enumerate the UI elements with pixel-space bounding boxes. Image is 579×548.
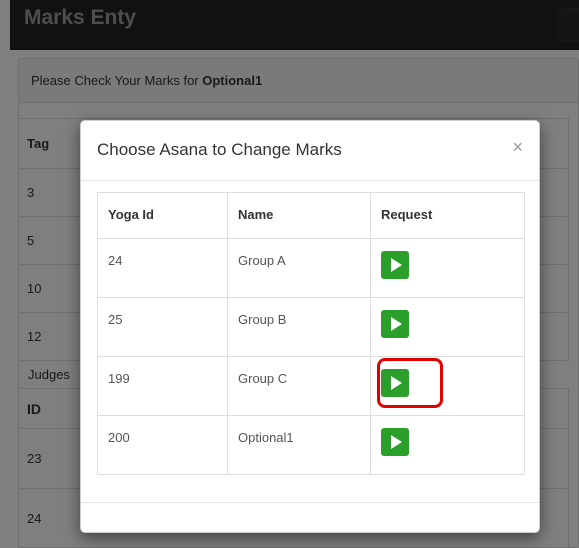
request-cell [370,238,525,298]
play-icon[interactable] [381,428,409,456]
play-icon[interactable] [381,251,409,279]
name-cell: Group C [227,356,371,416]
yoga-id-cell: 199 [97,356,228,416]
name-cell: Optional1 [227,415,371,475]
column-header-yoga-id: Yoga Id [97,192,228,239]
asana-table: Yoga Id Name Request 24 Group A 25 Group… [97,192,525,475]
name-cell: Group A [227,238,371,298]
yoga-id-cell: 24 [97,238,228,298]
request-cell [370,297,525,357]
table-header-row: Yoga Id Name Request [97,192,525,239]
yoga-id-cell: 25 [97,297,228,357]
table-row: 24 Group A [97,238,525,298]
modal-header: Choose Asana to Change Marks × [81,121,539,181]
table-row: 200 Optional1 [97,415,525,475]
column-header-name: Name [227,192,371,239]
play-icon[interactable] [381,310,409,338]
name-cell: Group B [227,297,371,357]
table-row: 25 Group B [97,297,525,357]
choose-asana-modal: Choose Asana to Change Marks × Yoga Id N… [80,120,540,533]
table-row: 199 Group C [97,356,525,416]
highlight-box [377,358,443,408]
close-icon[interactable]: × [512,137,523,158]
modal-footer [81,502,539,532]
request-cell [370,415,525,475]
modal-title: Choose Asana to Change Marks [97,140,342,159]
yoga-id-cell: 200 [97,415,228,475]
column-header-request: Request [370,192,525,239]
